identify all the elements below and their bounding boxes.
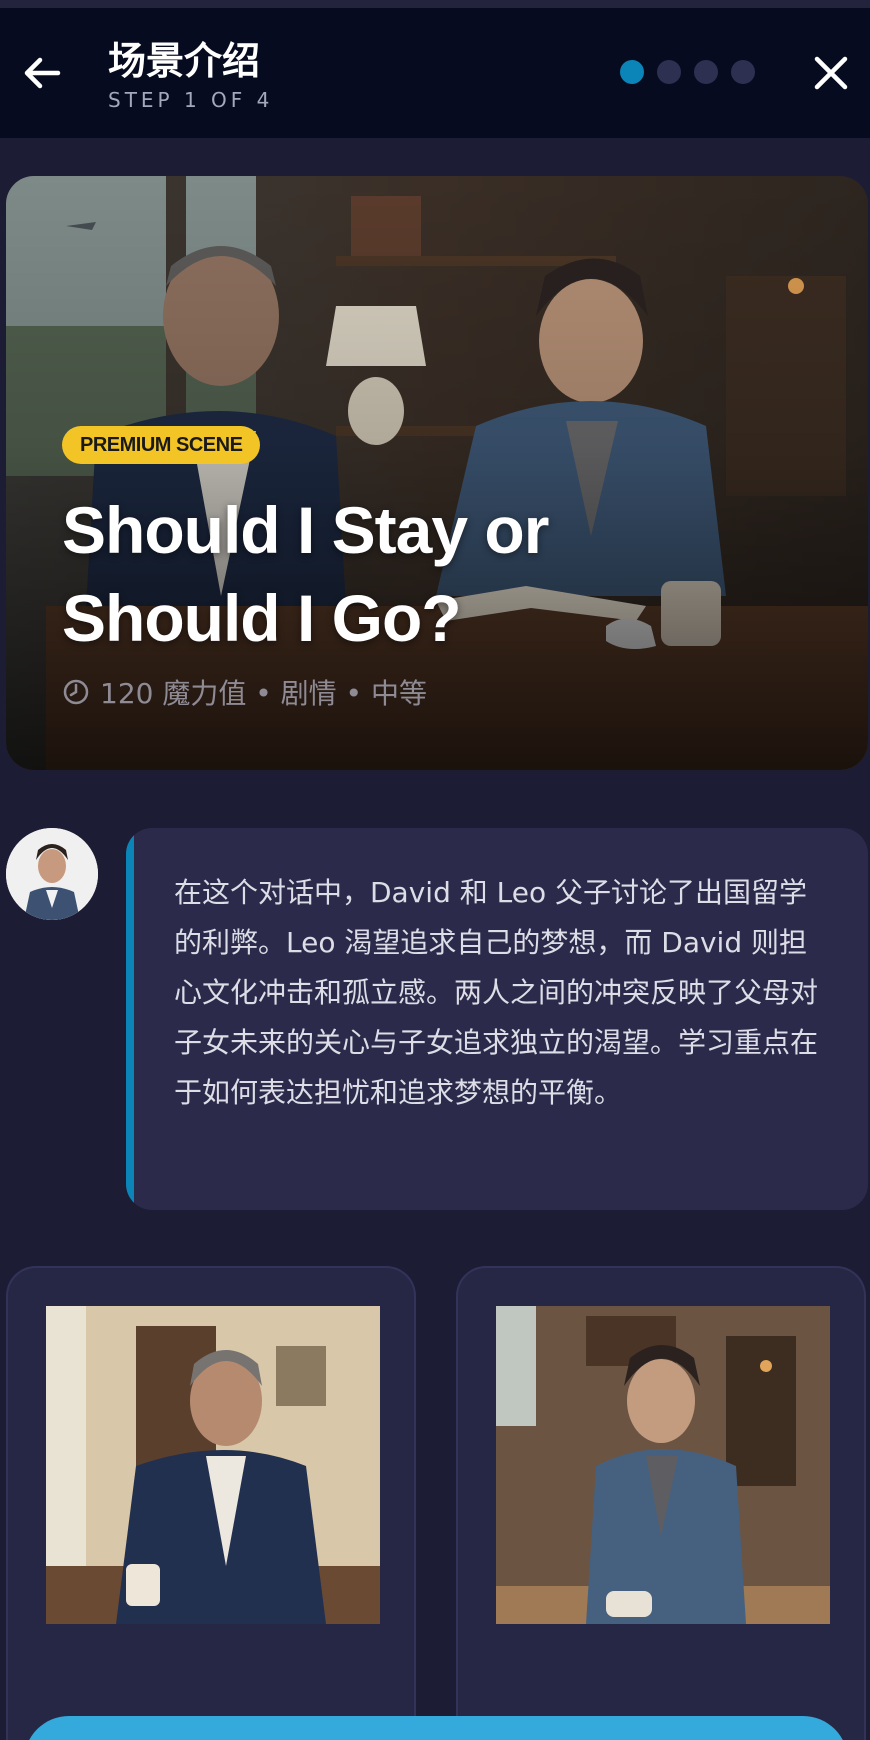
clock-icon — [63, 679, 89, 705]
step-dot-2 — [657, 60, 681, 84]
step-indicator-text: STEP 1 OF 4 — [108, 88, 274, 112]
narrator-avatar — [6, 828, 98, 920]
scene-description: 在这个对话中，David 和 Leo 父子讨论了出国留学的利弊。Leo 渴望追求… — [174, 876, 819, 1109]
page-title: 场景介绍 — [108, 39, 261, 83]
scene-title: Should I Stay or Should I Go? — [62, 493, 549, 655]
close-button[interactable] — [808, 50, 854, 96]
narrator-portrait — [6, 828, 98, 920]
character-photo-david — [46, 1306, 380, 1624]
step-dot-3 — [694, 60, 718, 84]
scene-description-card: 在这个对话中，David 和 Leo 父子讨论了出国留学的利弊。Leo 渴望追求… — [126, 828, 868, 1210]
character-card-david[interactable] — [6, 1266, 416, 1740]
step-dot-1 — [620, 60, 644, 84]
accent-bar — [126, 828, 134, 1210]
status-strip — [0, 0, 870, 8]
david-portrait — [46, 1306, 380, 1624]
continue-button[interactable] — [24, 1716, 848, 1740]
top-bar: 场景介绍 STEP 1 OF 4 — [0, 0, 870, 138]
character-card-leo[interactable] — [456, 1266, 866, 1740]
back-button[interactable] — [18, 48, 68, 98]
step-progress-dots — [620, 60, 755, 84]
leo-portrait — [496, 1306, 830, 1624]
scene-meta-text: 120 魔力值 • 剧情 • 中等 — [100, 677, 427, 710]
close-icon — [814, 56, 848, 90]
premium-badge: PREMIUM SCENE — [62, 426, 261, 464]
scene-hero-card[interactable]: PREMIUM SCENE Should I Stay or Should I … — [6, 176, 868, 770]
scene-meta: 120 魔力值 • 剧情 • 中等 — [62, 672, 427, 712]
step-dot-4 — [731, 60, 755, 84]
character-photo-leo — [496, 1306, 830, 1624]
arrow-left-icon — [24, 57, 61, 89]
